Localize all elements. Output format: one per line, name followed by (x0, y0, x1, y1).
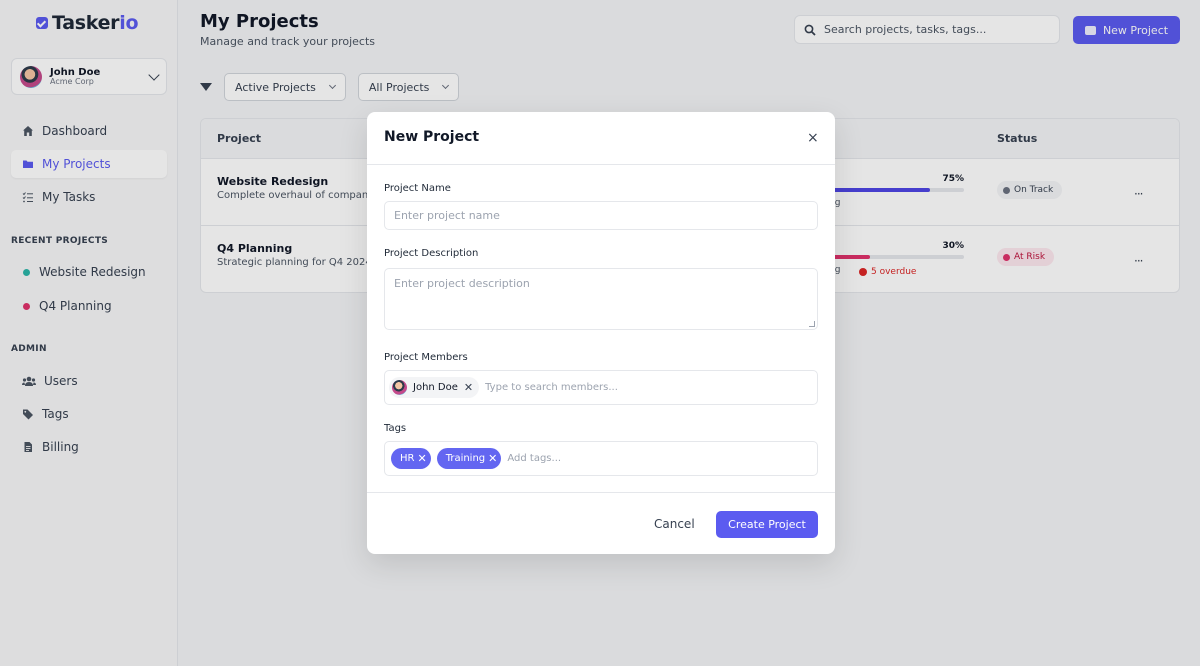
close-icon[interactable]: × (807, 130, 819, 146)
member-chip: John Doe ✕ (389, 377, 480, 398)
tags-label: Tags (384, 423, 407, 434)
tag-chip-label: HR (400, 453, 415, 464)
modal-header: New Project × (367, 112, 835, 165)
tag-chip-label: Training (445, 453, 486, 464)
new-project-modal: New Project × Project Name Enter project… (367, 112, 835, 554)
project-description-field[interactable]: Enter project description (384, 268, 818, 330)
modal-footer: Cancel Create Project (367, 492, 835, 554)
project-name-field[interactable]: Enter project name (384, 201, 818, 230)
remove-tag-icon[interactable]: ✕ (417, 452, 426, 465)
project-members-label: Project Members (384, 352, 468, 363)
project-members-field[interactable]: John Doe ✕ Type to search members... (384, 370, 818, 405)
resize-handle-icon[interactable] (809, 321, 815, 327)
project-name-label: Project Name (384, 183, 451, 194)
project-description-placeholder: Enter project description (394, 277, 530, 290)
create-project-button[interactable]: Create Project (716, 511, 818, 538)
members-search-placeholder: Type to search members... (485, 382, 618, 393)
project-name-placeholder: Enter project name (394, 209, 500, 222)
tags-field[interactable]: HR ✕ Training ✕ Add tags... (384, 441, 818, 476)
cancel-button[interactable]: Cancel (654, 517, 695, 531)
project-description-label: Project Description (384, 248, 479, 259)
tag-chip-hr: HR ✕ (391, 448, 431, 469)
remove-tag-icon[interactable]: ✕ (488, 452, 497, 465)
remove-member-icon[interactable]: ✕ (464, 381, 473, 394)
avatar (392, 380, 407, 395)
tags-placeholder: Add tags... (507, 453, 562, 464)
modal-title: New Project (384, 129, 480, 145)
create-project-label: Create Project (728, 518, 806, 531)
member-chip-label: John Doe (413, 382, 458, 393)
tag-chip-training: Training ✕ (436, 448, 502, 469)
